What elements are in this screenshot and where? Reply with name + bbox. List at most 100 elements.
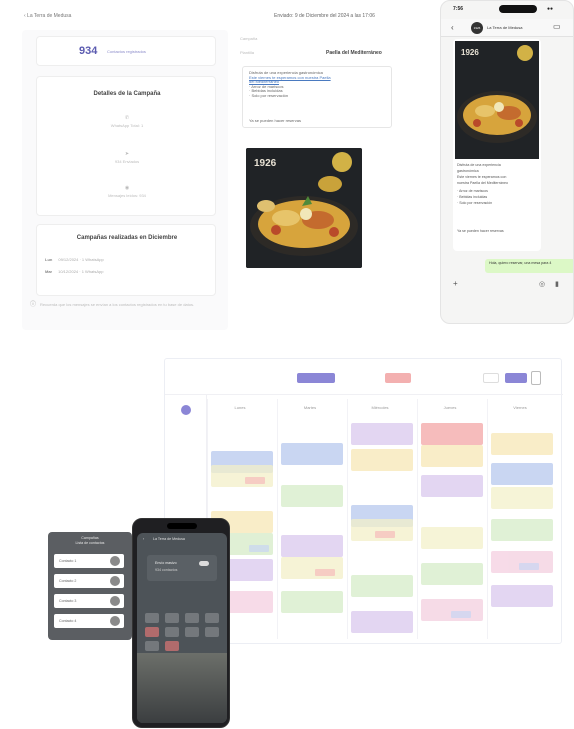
calendar-menu-icon[interactable] <box>531 371 541 385</box>
chevron-left-icon[interactable]: ‹ <box>143 537 144 541</box>
calendar-toolbar <box>165 359 563 395</box>
status-time: 7:56 <box>453 6 464 12</box>
campaign-topbar: ‹ La Terra de Medusa Enviado: 9 de Dicie… <box>18 8 428 24</box>
calendar-event[interactable] <box>351 449 413 471</box>
day-header-mon: Lunes <box>234 405 246 410</box>
contact-name[interactable]: La Terra de Medusa <box>487 25 523 30</box>
calendar-event[interactable] <box>281 591 343 613</box>
day-header-tue: Martes <box>303 405 317 410</box>
details-title: Detalles de la Campaña <box>93 91 161 97</box>
calendar-event[interactable] <box>351 611 413 633</box>
avatar <box>110 616 120 626</box>
grid-key[interactable] <box>145 627 159 637</box>
calendar-event[interactable] <box>491 463 553 485</box>
broadcast-card: Envío masivo 934 contactos <box>147 555 217 581</box>
grid-key[interactable] <box>145 613 159 623</box>
dynamic-island <box>499 5 537 13</box>
video-call-icon[interactable]: ▭ <box>553 22 561 31</box>
campaign-panel: ‹ La Terra de Medusa Enviado: 9 de Dicie… <box>18 8 428 330</box>
calendar-filter-button[interactable] <box>483 373 499 383</box>
grid-key[interactable] <box>205 627 219 637</box>
chat-header: ‹ 1926 La Terra de Medusa ▭ <box>441 19 573 37</box>
calendar-event[interactable] <box>421 475 483 497</box>
calendar-event[interactable] <box>281 485 343 507</box>
calendar-event[interactable] <box>421 563 483 585</box>
avatar[interactable]: 1926 <box>471 22 483 34</box>
chevron-left-icon[interactable]: ‹ <box>451 23 454 32</box>
message-text-box: Disfruta de una experiencia gastronómica… <box>242 66 392 128</box>
contact-row[interactable]: Contacto 2 <box>54 574 124 588</box>
day-header-wed: Miércoles <box>371 405 389 410</box>
dynamic-island <box>167 523 197 529</box>
grid-key[interactable] <box>185 627 199 637</box>
calendar-event[interactable] <box>491 487 553 509</box>
calendar-event[interactable] <box>491 519 553 541</box>
broadcast-screen: ‹ La Terra de Medusa Envío masivo 934 co… <box>137 533 227 723</box>
day-header-thu: Jueves <box>443 405 457 410</box>
calendar-new-button[interactable] <box>505 373 527 383</box>
calendar-event[interactable] <box>421 527 483 549</box>
contact-row[interactable]: Contacto 4 <box>54 614 124 628</box>
done-row[interactable]: Mar 10/12/2024 · 1 WhatsApp <box>45 269 104 274</box>
whatsapp-phone: 7:56 ●● ‹ 1926 La Terra de Medusa ▭ 1926… <box>440 0 574 324</box>
done-row[interactable]: Lun 09/12/2024 · 1 WhatsApp <box>45 257 104 262</box>
calendar-event[interactable] <box>491 585 553 607</box>
contacts-phone: Campañas Lista de contactos Contacto 1 C… <box>48 532 132 640</box>
calendar-event[interactable] <box>421 599 483 621</box>
image-badge: 1926 <box>461 48 479 57</box>
user-avatar[interactable] <box>181 405 191 415</box>
grid-key[interactable] <box>165 641 179 651</box>
calendar-event[interactable] <box>281 535 343 557</box>
contact-count: 934 <box>79 45 98 57</box>
back-link[interactable]: ‹ La Terra de Medusa <box>24 13 71 19</box>
campaign-summary-column: 934 Contactos registrados Detalles de la… <box>22 30 228 330</box>
battery-icon: ●● <box>547 6 554 12</box>
calendar-event[interactable] <box>351 519 413 541</box>
phone-icon: ✆ <box>124 115 130 121</box>
contacts-header: Campañas Lista de contactos <box>75 536 105 545</box>
contact-count-card: 934 Contactos registrados <box>36 36 216 66</box>
grid-key[interactable] <box>165 613 179 623</box>
stat-read: ◉ Mensajes leídos: 934 <box>37 185 217 198</box>
message-image[interactable]: 1926 <box>455 41 539 159</box>
calendar-event[interactable] <box>491 551 553 573</box>
reserve-action[interactable]: Ya se pueden hacer reservas <box>249 118 301 123</box>
background-photo <box>137 653 227 723</box>
sent-date: Enviado: 9 de Diciembre del 2024 a las 1… <box>274 13 375 19</box>
campaign-label: Campaña <box>240 36 258 41</box>
plus-icon[interactable]: + <box>453 279 458 288</box>
paella-image: 1926 <box>246 148 362 268</box>
campaigns-done-card: Campañas realizadas en Diciembre Lun 09/1… <box>36 224 216 296</box>
broadcast-phone: ‹ La Terra de Medusa Envío masivo 934 co… <box>132 518 230 728</box>
calendar-event[interactable] <box>421 423 483 445</box>
calendar-event[interactable] <box>281 443 343 465</box>
calendar-alert-button[interactable] <box>385 373 411 383</box>
contact-count-label: Contactos registrados <box>107 49 146 54</box>
template-label: Plantilla <box>240 50 255 55</box>
toggle-switch[interactable] <box>199 561 209 566</box>
calendar-event[interactable] <box>421 445 483 467</box>
avatar <box>110 556 120 566</box>
grid-key[interactable] <box>165 627 179 637</box>
calendar-event[interactable] <box>281 557 343 579</box>
outgoing-message-bubble: Hola, quiero reservar, una mesa para 4 <box>485 259 573 273</box>
avatar <box>110 576 120 586</box>
grid-key[interactable] <box>185 613 199 623</box>
calendar-event[interactable] <box>491 433 553 455</box>
info-note: ⓘ Recuerda que los mensajes se envían a … <box>30 302 195 308</box>
calendar-primary-button[interactable] <box>297 373 335 383</box>
calendar-event[interactable] <box>351 575 413 597</box>
stat-sent: ➤ 934 Enviados <box>37 151 217 164</box>
calendar-event[interactable] <box>351 423 413 445</box>
done-title: Campañas realizadas en Diciembre <box>76 235 178 241</box>
grid-key[interactable] <box>205 613 219 623</box>
contact-row[interactable]: Contacto 1 <box>54 554 124 568</box>
microphone-icon[interactable]: ▮ <box>555 280 559 288</box>
calendar-event[interactable] <box>211 465 273 487</box>
contact-row[interactable]: Contacto 3 <box>54 594 124 608</box>
campaign-details-card: Detalles de la Campaña ✆ WhatsApp Total:… <box>36 76 216 216</box>
avatar <box>110 596 120 606</box>
grid-key[interactable] <box>145 641 159 651</box>
status-bar: 7:56 ●● <box>441 1 573 15</box>
camera-icon[interactable]: ◎ <box>539 280 545 288</box>
